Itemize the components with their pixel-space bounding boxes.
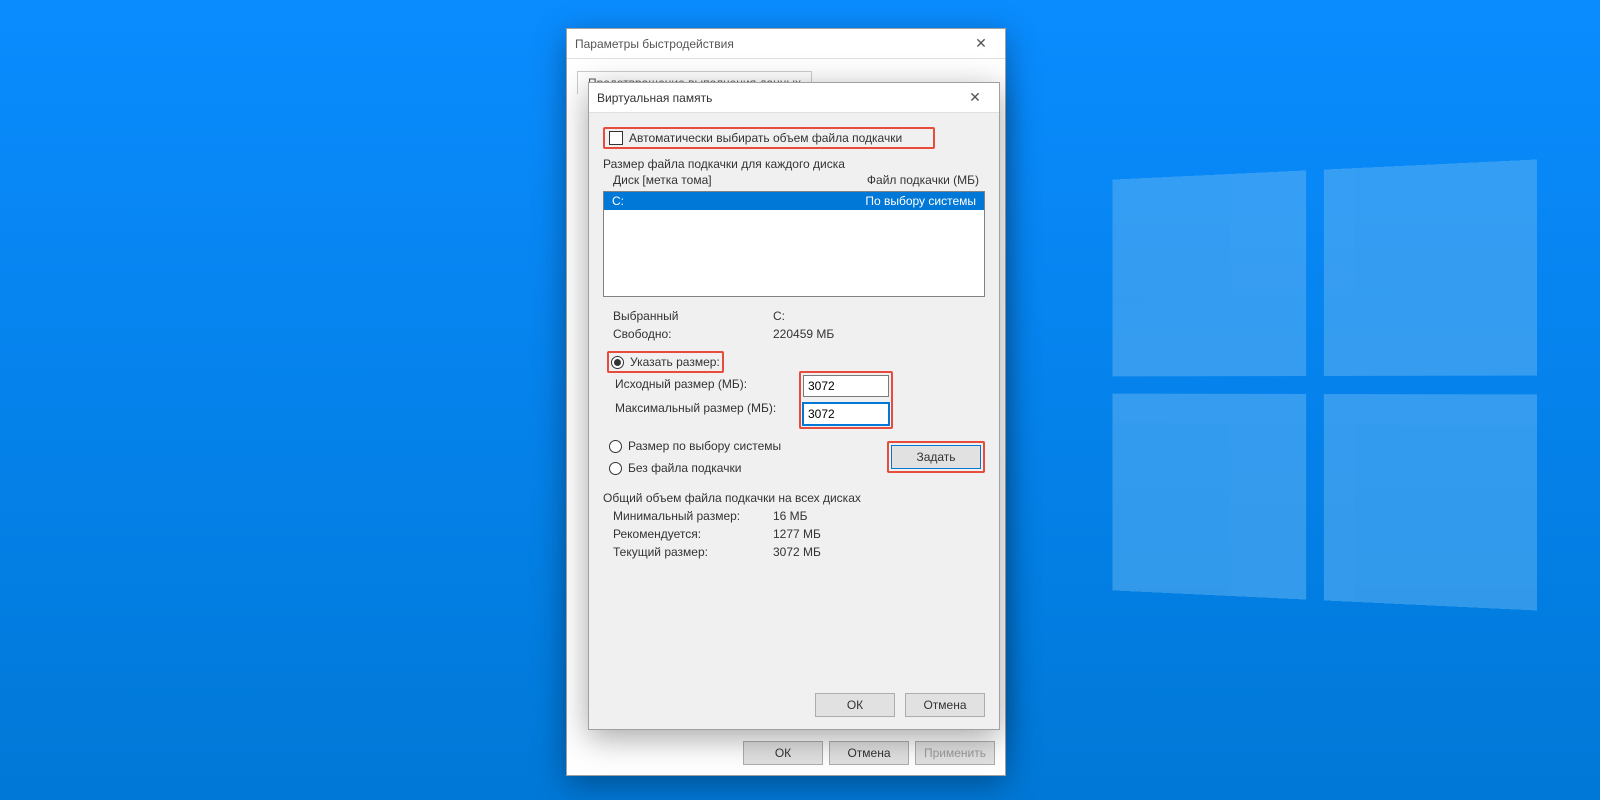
close-icon[interactable]: ✕ <box>959 83 991 112</box>
column-headers: Диск [метка тома] Файл подкачки (МБ) <box>603 171 985 189</box>
selected-label: Выбранный <box>613 309 773 323</box>
drive-row-c[interactable]: C: По выбору системы <box>604 192 984 210</box>
drive-name: C: <box>612 194 624 208</box>
cancel-button[interactable]: Отмена <box>905 693 985 717</box>
totals-section: Общий объем файла подкачки на всех диска… <box>603 491 985 559</box>
radio-icon[interactable] <box>611 356 624 369</box>
auto-manage-row[interactable]: Автоматически выбирать объем файла подка… <box>603 127 935 149</box>
totals-title: Общий объем файла подкачки на всех диска… <box>603 491 985 505</box>
max-size-input[interactable] <box>803 403 889 425</box>
selected-value: C: <box>773 309 985 323</box>
cur-label: Текущий размер: <box>613 545 773 559</box>
radio-custom-size[interactable]: Указать размер: <box>607 351 724 373</box>
min-value: 16 МБ <box>773 509 985 523</box>
apply-button: Применить <box>915 741 995 765</box>
free-value: 220459 МБ <box>773 327 985 341</box>
rec-value: 1277 МБ <box>773 527 985 541</box>
cur-value: 3072 МБ <box>773 545 985 559</box>
close-icon[interactable]: ✕ <box>965 29 997 58</box>
size-each-label: Размер файла подкачки для каждого диска <box>603 157 985 171</box>
drive-list[interactable]: C: По выбору системы <box>603 191 985 297</box>
rec-label: Рекомендуется: <box>613 527 773 541</box>
titlebar[interactable]: Виртуальная память ✕ <box>589 83 999 113</box>
radio-custom-label: Указать размер: <box>630 355 720 369</box>
radio-system-label: Размер по выбору системы <box>628 439 781 453</box>
initial-size-input[interactable] <box>803 375 889 397</box>
drive-value: По выбору системы <box>865 194 976 208</box>
set-button[interactable]: Задать <box>891 445 981 469</box>
windows-logo <box>1113 159 1537 610</box>
col-file: Файл подкачки (МБ) <box>867 173 979 187</box>
initial-size-label: Исходный размер (МБ): <box>615 377 790 391</box>
free-label: Свободно: <box>613 327 773 341</box>
size-inputs-highlight <box>799 371 893 429</box>
window-title: Виртуальная память <box>597 91 959 105</box>
auto-manage-label: Автоматически выбирать объем файла подка… <box>629 131 902 145</box>
radio-no-file[interactable]: Без файла подкачки <box>607 459 887 477</box>
window-title: Параметры быстродействия <box>575 37 965 51</box>
max-size-label: Максимальный размер (МБ): <box>615 401 790 415</box>
radio-none-label: Без файла подкачки <box>628 461 741 475</box>
ok-button[interactable]: ОК <box>815 693 895 717</box>
col-drive: Диск [метка тома] <box>613 173 712 187</box>
selected-info: Выбранный C: Свободно: 220459 МБ <box>613 309 985 341</box>
ok-button[interactable]: ОК <box>743 741 823 765</box>
cancel-button[interactable]: Отмена <box>829 741 909 765</box>
radio-icon[interactable] <box>609 440 622 453</box>
min-label: Минимальный размер: <box>613 509 773 523</box>
titlebar[interactable]: Параметры быстродействия ✕ <box>567 29 1005 59</box>
radio-system-size[interactable]: Размер по выбору системы <box>607 437 887 455</box>
checkbox-icon[interactable] <box>609 131 623 145</box>
parent-footer: ОК Отмена Применить <box>743 741 995 765</box>
vm-footer: ОК Отмена <box>815 693 985 717</box>
radio-icon[interactable] <box>609 462 622 475</box>
virtual-memory-dialog: Виртуальная память ✕ Автоматически выбир… <box>588 82 1000 730</box>
